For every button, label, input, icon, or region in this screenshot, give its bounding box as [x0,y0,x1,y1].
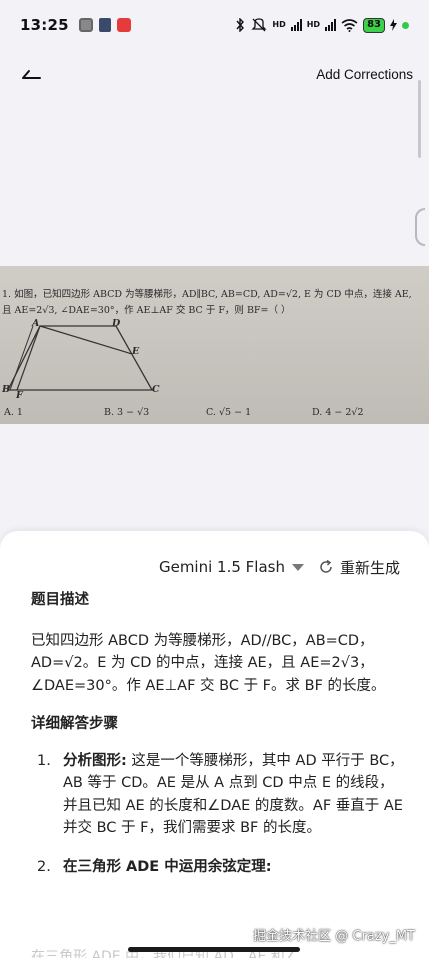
side-drawer-handle[interactable] [415,208,425,246]
regenerate-button[interactable]: 重新生成 [318,557,400,578]
label-f: F [16,390,23,401]
step-1: 1. 分析图形: 这是一个等腰梯形，其中 AD 平行于 BC，AB 等于 CD。… [31,750,407,840]
hd-label-2: HD [306,20,321,29]
label-d: D [112,318,121,329]
privacy-indicator [402,21,409,29]
question-line-2: 且 AE=2√3, ∠DAE=30°，作 AE⊥AF 交 BC 于 F，则 BF… [2,305,291,316]
label-b: B [2,384,11,395]
step-2-num: 2. [37,858,51,875]
option-a: A. 1 [4,407,23,418]
wifi-icon [341,18,358,32]
status-bar: 13:25 HD HD 83 [0,0,429,50]
heading-steps: 详细解答步骤 [31,716,118,732]
option-c: C. √5 − 1 [206,407,252,418]
signal-icon-2 [325,19,337,31]
back-button[interactable] [16,59,46,89]
question-photo: 1. 如图，已知四边形 ABCD 为等腰梯形，AD∥BC, AB=CD, AD=… [0,266,429,424]
hd-label-1: HD [272,20,286,29]
label-e: E [132,346,140,357]
status-time: 13:25 [20,16,69,34]
label-c: C [152,384,160,395]
bluetooth-icon [236,18,245,32]
caret-down-icon [291,563,304,571]
heading-description: 题目描述 [31,592,89,608]
option-b: B. 3 − √3 [104,407,150,418]
step-1-title: 分析图形: [63,752,127,769]
label-a: A [32,318,40,329]
step-1-num: 1. [37,752,51,769]
photo-app-icon [78,18,93,32]
watermark: 掘金技术社区 @ Crazy_MT [253,929,415,944]
battery-icon: 83 [363,17,385,33]
signal-icon [290,19,302,31]
trapezoid-figure [6,325,154,391]
charging-icon [390,19,397,31]
mute-icon [251,18,267,32]
question-line-1: 1. 如图，已知四边形 ABCD 为等腰梯形，AD∥BC, AB=CD, AD=… [2,289,412,300]
answer-sheet: Gemini 1.5 Flash 重新生成 题目描述 已知四边形 ABCD 为等… [0,531,429,958]
back-arrow-icon [22,70,41,79]
model-dropdown[interactable]: Gemini 1.5 Flash [159,558,304,576]
scrollbar-thumb[interactable] [418,80,421,158]
description-text: 已知四边形 ABCD 为等腰梯形，AD//BC，AB=CD，AD=√2。E 为 … [31,632,386,694]
step-2-title: 在三角形 ADE 中运用余弦定理: [63,858,272,875]
regenerate-label: 重新生成 [339,558,400,577]
answer-content: 题目描述 已知四边形 ABCD 为等腰梯形，AD//BC，AB=CD，AD=√2… [31,589,407,878]
record-icon [116,18,131,32]
app-header: Add Corrections [0,50,429,98]
mascot-icon [98,18,111,32]
add-corrections-button[interactable]: Add Corrections [316,67,413,82]
home-indicator[interactable] [128,947,300,952]
option-d: D. 4 − 2√2 [312,407,364,418]
model-name: Gemini 1.5 Flash [158,558,285,576]
model-row: Gemini 1.5 Flash 重新生成 [0,555,429,579]
refresh-icon [320,559,332,573]
step-2: 2. 在三角形 ADE 中运用余弦定理: [31,856,407,879]
